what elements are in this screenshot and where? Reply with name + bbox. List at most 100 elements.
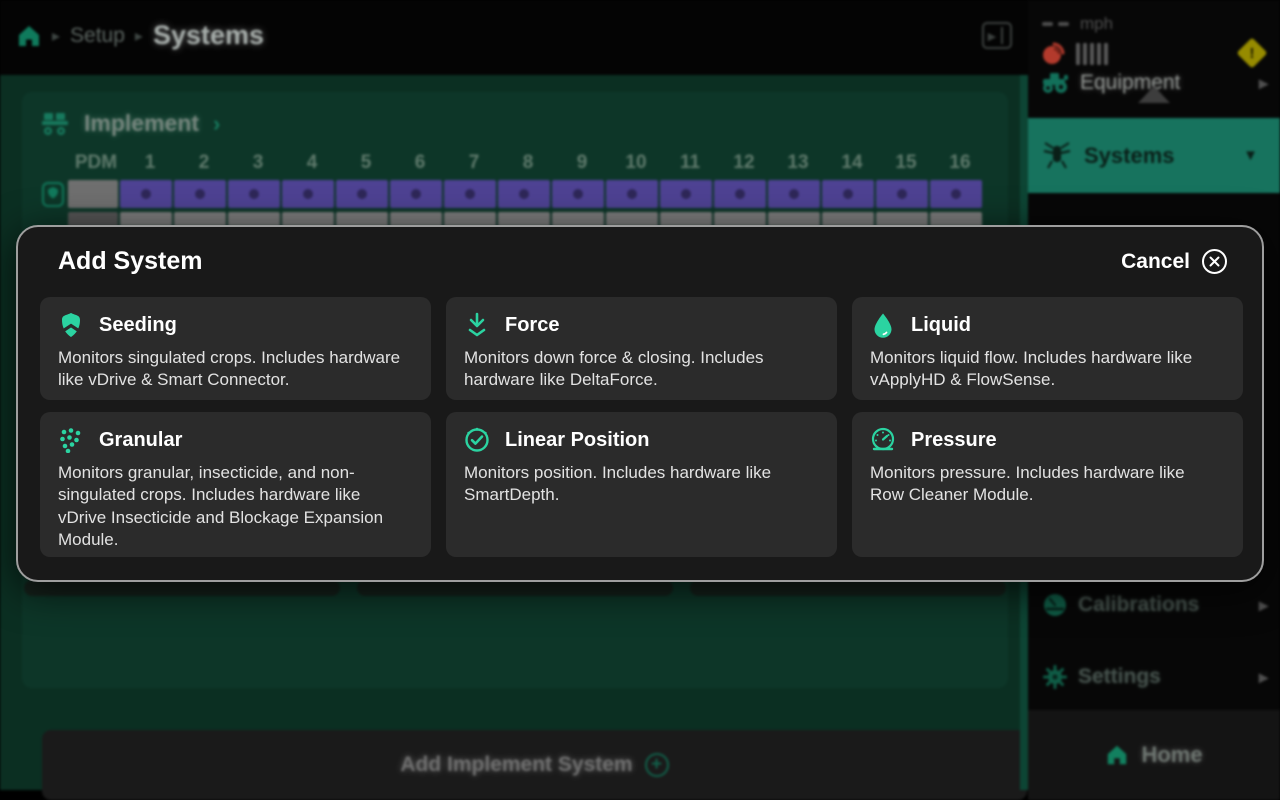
row2-cell[interactable] [228, 212, 280, 226]
plus-icon: + [645, 753, 669, 777]
module-dot-icon [357, 189, 367, 199]
row2-cell[interactable] [822, 212, 874, 226]
implement-column-label: 8 [502, 152, 554, 174]
warning-icon[interactable]: ! [1236, 37, 1267, 68]
pdm-cell[interactable] [68, 180, 118, 208]
add-implement-system-button[interactable]: Add Implement System + [42, 730, 1027, 800]
caret-down-icon: ▼ [1243, 147, 1258, 164]
seeding-icon [58, 312, 84, 338]
gps-status [1040, 40, 1108, 67]
calibrations-icon [1042, 592, 1068, 618]
row2-cell[interactable] [444, 212, 496, 226]
sidebar-item-systems[interactable]: Systems ▼ [1028, 118, 1280, 193]
row2-cell[interactable] [336, 212, 388, 226]
implement-column-labels: PDM12345678910111213141516 [40, 152, 986, 174]
speed-readout: mph [1042, 14, 1113, 34]
tractor-icon [1040, 70, 1070, 96]
breadcrumb-setup[interactable]: Setup [70, 24, 125, 48]
implement-column-label: 13 [772, 152, 824, 174]
implement-row-2 [40, 212, 982, 226]
row2-cell[interactable] [606, 212, 658, 226]
implement-column-label: 1 [124, 152, 176, 174]
system-card-granular[interactable]: Granular Monitors granular, insecticide,… [40, 412, 431, 557]
module-dot-icon [627, 189, 637, 199]
row-module-cell[interactable] [606, 180, 658, 208]
module-dot-icon [735, 189, 745, 199]
module-dot-icon [303, 189, 313, 199]
row2-cell[interactable] [498, 212, 550, 226]
linear-position-icon [464, 427, 490, 453]
implement-column-label: 5 [340, 152, 392, 174]
module-dot-icon [681, 189, 691, 199]
implement-column-label: 10 [610, 152, 662, 174]
implement-column-label: 12 [718, 152, 770, 174]
cancel-label: Cancel [1121, 250, 1190, 274]
row-module-cell[interactable] [444, 180, 496, 208]
chevron-right-icon: ▸ [1259, 73, 1268, 94]
systems-label: Systems [1084, 143, 1175, 169]
row-module-cell[interactable] [336, 180, 388, 208]
implement-column-label: 11 [664, 152, 716, 174]
implement-column-label: 14 [826, 152, 878, 174]
module-dot-icon [573, 189, 583, 199]
row2-spacer [40, 212, 66, 226]
home-button[interactable]: Home [1028, 710, 1280, 800]
row2-cell[interactable] [930, 212, 982, 226]
row-module-cell[interactable] [822, 180, 874, 208]
system-card-linear-position[interactable]: Linear Position Monitors position. Inclu… [446, 412, 837, 557]
row-module-cell[interactable] [120, 180, 172, 208]
card-title: Granular [99, 429, 182, 452]
row-module-cell[interactable] [498, 180, 550, 208]
row2-cell[interactable] [174, 212, 226, 226]
system-card-seeding[interactable]: Seeding Monitors singulated crops. Inclu… [40, 297, 431, 400]
panel-toggle-icon[interactable]: ▸ [982, 22, 1012, 49]
row2-cell[interactable] [768, 212, 820, 226]
implement-column-label: 6 [394, 152, 446, 174]
background-card [690, 580, 1006, 596]
sidebar-item-calibrations[interactable]: Calibrations ▸ [1028, 586, 1280, 624]
row2-cell[interactable] [68, 212, 118, 226]
row-module-cell[interactable] [282, 180, 334, 208]
row-module-cell[interactable] [174, 180, 226, 208]
implement-column-label: 4 [286, 152, 338, 174]
calibrations-label: Calibrations [1078, 593, 1199, 617]
system-card-liquid[interactable]: Liquid Monitors liquid flow. Includes ha… [852, 297, 1243, 400]
force-icon [464, 312, 490, 338]
row2-cell[interactable] [120, 212, 172, 226]
breadcrumb-separator-icon: ▸ [52, 26, 60, 46]
card-title: Linear Position [505, 429, 649, 452]
cancel-button[interactable]: Cancel [1121, 248, 1228, 275]
system-card-pressure[interactable]: Pressure Monitors pressure. Includes har… [852, 412, 1243, 557]
home-icon[interactable] [16, 23, 42, 49]
row-module-cell[interactable] [876, 180, 928, 208]
panel-toggle-chevron: ▸ [988, 27, 996, 45]
card-title: Force [505, 314, 559, 337]
row-module-cell[interactable] [228, 180, 280, 208]
implement-column-label: 7 [448, 152, 500, 174]
row2-cell[interactable] [660, 212, 712, 226]
row-module-cell[interactable] [714, 180, 766, 208]
signal-bars-icon [1076, 43, 1108, 65]
row-module-cell[interactable] [768, 180, 820, 208]
row2-cell[interactable] [390, 212, 442, 226]
card-description: Monitors pressure. Includes hardware lik… [870, 462, 1222, 507]
gps-icon [1040, 40, 1067, 67]
home-icon [1105, 743, 1129, 767]
row2-cell[interactable] [552, 212, 604, 226]
sidebar-item-settings[interactable]: Settings ▸ [1028, 658, 1280, 696]
system-card-force[interactable]: Force Monitors down force & closing. Inc… [446, 297, 837, 400]
implement-header[interactable]: Implement › [40, 110, 220, 137]
card-title: Seeding [99, 314, 177, 337]
row-module-cell[interactable] [552, 180, 604, 208]
module-dot-icon [519, 189, 529, 199]
row-module-cell[interactable] [930, 180, 982, 208]
panel-toggle-bar [1001, 27, 1003, 44]
row2-cell[interactable] [876, 212, 928, 226]
background-card [357, 580, 673, 596]
row-module-cell[interactable] [660, 180, 712, 208]
row2-cell[interactable] [714, 212, 766, 226]
module-dot-icon [411, 189, 421, 199]
row2-cell[interactable] [282, 212, 334, 226]
row-module-cell[interactable] [390, 180, 442, 208]
implement-column-label: 15 [880, 152, 932, 174]
